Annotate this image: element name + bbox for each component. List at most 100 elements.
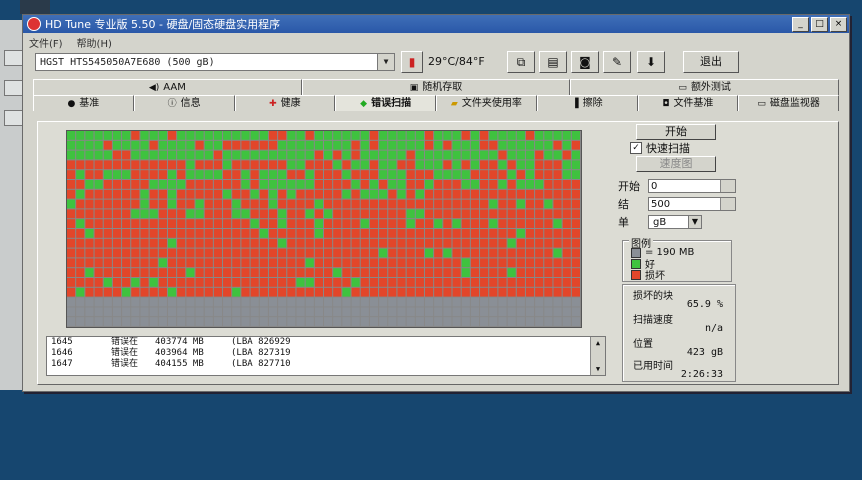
scan-block bbox=[342, 317, 351, 326]
scan-block bbox=[167, 287, 177, 297]
scan-block bbox=[213, 278, 223, 287]
scan-block bbox=[397, 287, 406, 297]
scan-block bbox=[223, 287, 232, 297]
end-input[interactable]: 500 bbox=[648, 197, 736, 211]
unit-select[interactable]: gB ▼ bbox=[648, 215, 702, 229]
scan-block bbox=[324, 268, 333, 277]
scan-block bbox=[333, 170, 342, 179]
scan-block bbox=[342, 170, 351, 179]
scan-block bbox=[415, 140, 424, 150]
minimize-button[interactable]: _ bbox=[792, 17, 809, 32]
quick-scan-checkbox[interactable]: ✓ 快速扫描 bbox=[630, 140, 690, 156]
save-button[interactable]: ⬇ bbox=[637, 51, 665, 73]
scan-block bbox=[122, 140, 131, 150]
scan-block bbox=[167, 238, 177, 248]
log-scrollbar[interactable]: ▲ ▼ bbox=[590, 337, 605, 375]
scan-block bbox=[379, 209, 388, 219]
tab-erase[interactable]: ▐ 擦除 bbox=[536, 95, 638, 111]
scroll-up-icon[interactable]: ▲ bbox=[591, 337, 605, 349]
scan-block bbox=[333, 209, 342, 219]
scan-block bbox=[461, 248, 470, 258]
scan-block bbox=[379, 307, 388, 317]
tab-aam[interactable]: ◀) AAM bbox=[33, 79, 302, 95]
scan-block bbox=[379, 131, 388, 140]
menu-help[interactable]: 帮助(H) bbox=[77, 35, 112, 50]
scan-block bbox=[94, 307, 103, 317]
scan-block bbox=[369, 131, 379, 140]
scan-block bbox=[452, 248, 461, 258]
scan-block bbox=[268, 268, 278, 277]
scan-block bbox=[562, 160, 571, 170]
options-button[interactable]: ✎ bbox=[603, 51, 631, 73]
tab-error-scan[interactable]: ◆ 错误扫描 bbox=[335, 95, 436, 111]
scan-block bbox=[324, 150, 333, 160]
scan-block bbox=[333, 180, 342, 189]
start-input[interactable]: 0 bbox=[648, 179, 736, 193]
scan-block bbox=[131, 297, 140, 307]
scan-block bbox=[287, 140, 296, 150]
scan-block bbox=[525, 307, 535, 317]
log-row: 1645 错误在 403774 MB (LBA 826929 bbox=[47, 337, 605, 348]
tab-benchmark[interactable]: ● 基准 bbox=[33, 95, 134, 111]
exit-button[interactable]: 退出 bbox=[683, 51, 739, 73]
desktop-icon[interactable] bbox=[20, 0, 50, 14]
scan-block bbox=[241, 268, 250, 277]
copy-screen-button[interactable]: ▤ bbox=[539, 51, 567, 73]
scan-block bbox=[535, 297, 544, 307]
scan-block bbox=[158, 297, 167, 307]
scan-block bbox=[296, 170, 305, 179]
tab-disk-monitor[interactable]: ▭ 磁盘监视器 bbox=[738, 95, 839, 111]
scan-block bbox=[122, 170, 131, 179]
drive-select[interactable]: HGST HTS545050A7E680 (500 gB) ▼ bbox=[35, 53, 395, 71]
scan-block bbox=[324, 317, 333, 326]
screenshot-button[interactable]: ◙ bbox=[571, 51, 599, 73]
scan-block bbox=[296, 219, 305, 228]
copy-info-button[interactable]: ⧉ bbox=[507, 51, 535, 73]
scan-block bbox=[333, 160, 342, 170]
tab-random-access[interactable]: ▣ 随机存取 bbox=[301, 79, 571, 95]
scan-block bbox=[535, 268, 544, 277]
tab-file-benchmark[interactable]: ◘ 文件基准 bbox=[637, 95, 739, 111]
scan-block bbox=[268, 248, 278, 258]
scroll-down-icon[interactable]: ▼ bbox=[591, 363, 605, 375]
scan-block bbox=[296, 297, 305, 307]
scan-block bbox=[351, 209, 360, 219]
speed-map-button[interactable]: 速度图 bbox=[636, 156, 716, 172]
scan-block bbox=[177, 180, 186, 189]
scan-block bbox=[250, 297, 259, 307]
scan-block bbox=[241, 258, 250, 268]
scan-block bbox=[241, 248, 250, 258]
scan-block bbox=[213, 150, 223, 160]
chevron-down-icon[interactable]: ▼ bbox=[377, 54, 394, 70]
tab-health[interactable]: ✚ 健康 bbox=[234, 95, 336, 111]
scan-block bbox=[250, 150, 259, 160]
scan-block bbox=[351, 199, 360, 209]
scan-block bbox=[443, 150, 452, 160]
scan-block bbox=[76, 140, 85, 150]
scan-block bbox=[112, 170, 122, 179]
menu-file[interactable]: 文件(F) bbox=[29, 35, 63, 50]
scan-block bbox=[177, 150, 186, 160]
scan-block bbox=[544, 131, 553, 140]
scan-block bbox=[76, 131, 85, 140]
scan-block bbox=[167, 170, 177, 179]
chevron-down-icon[interactable]: ▼ bbox=[688, 216, 701, 228]
scan-block bbox=[140, 238, 149, 248]
scan-block bbox=[369, 268, 379, 277]
log-row: 1646 错误在 403964 MB (LBA 827319 bbox=[47, 348, 605, 359]
title-bar[interactable]: HD Tune 专业版 5.50 - 硬盘/固态硬盘实用程序 _ □ × bbox=[23, 15, 849, 33]
scan-block bbox=[140, 248, 149, 258]
spinner-icon[interactable] bbox=[720, 180, 735, 192]
tab-folder-usage[interactable]: ▰ 文件夹使用率 bbox=[436, 95, 537, 111]
scan-block bbox=[379, 238, 388, 248]
tab-extra-tests[interactable]: ▭ 额外测试 bbox=[570, 79, 840, 95]
scan-block bbox=[259, 268, 268, 277]
scan-block bbox=[415, 278, 424, 287]
tab-info[interactable]: ⓘ 信息 bbox=[133, 95, 235, 111]
spinner-icon[interactable] bbox=[720, 198, 735, 210]
scan-block bbox=[489, 268, 498, 277]
maximize-button[interactable]: □ bbox=[811, 17, 828, 32]
close-button[interactable]: × bbox=[830, 17, 847, 32]
scan-block bbox=[296, 209, 305, 219]
start-button[interactable]: 开始 bbox=[636, 124, 716, 140]
